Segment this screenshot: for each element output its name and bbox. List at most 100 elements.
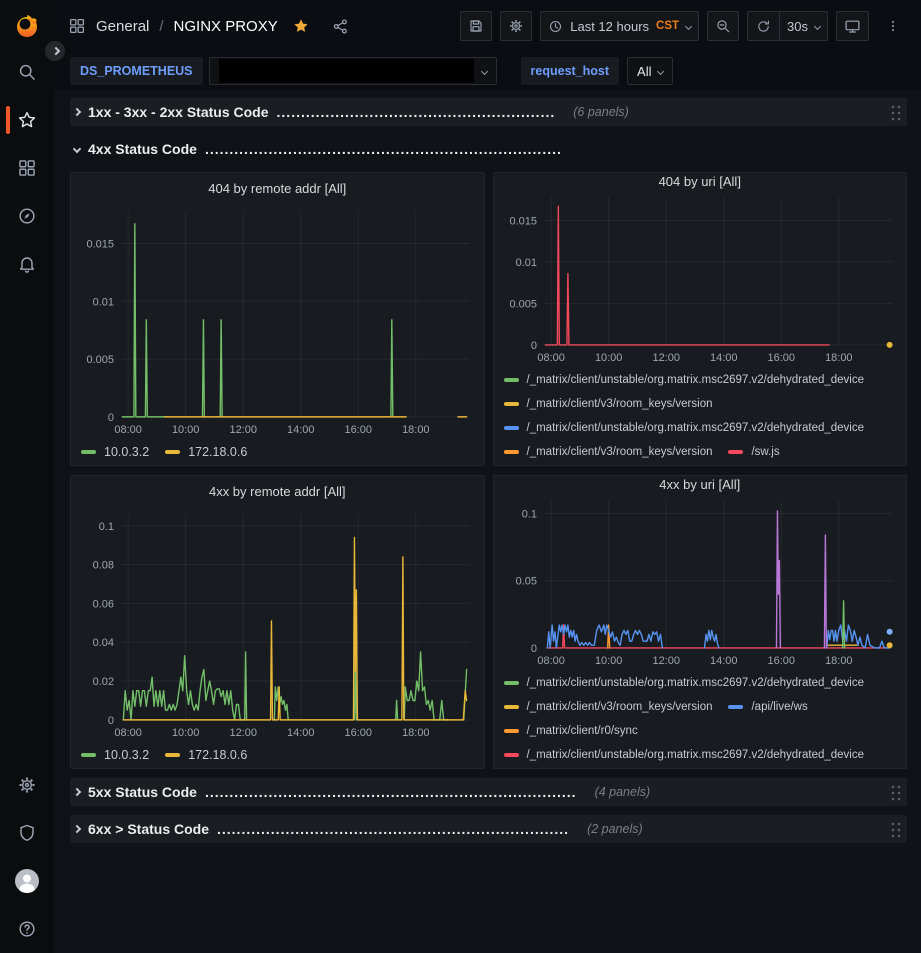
row-5xx-status-code[interactable]: 5xx Status Code ........................… (70, 778, 907, 806)
legend-series-label: /_matrix/client/unstable/org.matrix.msc2… (527, 677, 865, 689)
refresh-icon (756, 19, 771, 34)
chevron-right-icon (73, 825, 81, 833)
svg-text:10:00: 10:00 (594, 352, 621, 364)
legend-series-swatch (504, 450, 519, 454)
svg-text:08:00: 08:00 (537, 655, 564, 667)
kebab-menu-icon (886, 18, 900, 34)
chart-plot[interactable]: 08:0010:0012:0014:0016:0018:0000.050.1 (500, 492, 901, 670)
time-range-picker[interactable]: Last 12 hours CST (540, 11, 699, 41)
apps-grid-icon (68, 17, 86, 35)
svg-text:0.005: 0.005 (509, 298, 536, 310)
row-leader-dots: ........................................… (205, 141, 562, 157)
legend-item[interactable]: /_matrix/client/unstable/org.matrix.msc2… (504, 672, 865, 694)
panel-title[interactable]: 404 by uri [All] (500, 173, 901, 189)
sidebar-item-dashboards[interactable] (0, 144, 54, 192)
zoom-out-icon (715, 18, 731, 34)
refresh-button[interactable] (747, 11, 779, 41)
legend-series-swatch (504, 753, 519, 757)
chevron-right-icon (52, 47, 60, 55)
chart-plot[interactable]: 08:0010:0012:0014:0016:0018:0000.0050.01… (500, 189, 901, 367)
legend-series-swatch (728, 450, 743, 454)
refresh-interval-picker[interactable]: 30s (779, 11, 828, 41)
avatar (14, 868, 40, 894)
grafana-flame-icon (13, 12, 41, 40)
dashboard-header: General / NGINX PROXY (54, 0, 921, 52)
tv-mode-button[interactable] (836, 11, 869, 41)
more-options-kebab[interactable] (877, 11, 909, 41)
sidebar-item-alerting[interactable] (0, 240, 54, 288)
sidebar-expand-button[interactable] (42, 38, 68, 64)
row-6xx-status-code[interactable]: 6xx > Status Code ......................… (70, 815, 907, 843)
chart-plot[interactable]: 08:0010:0012:0014:0016:0018:0000.0050.01… (77, 203, 478, 439)
row-title: 6xx > Status Code (88, 821, 209, 837)
panel-title[interactable]: 404 by remote addr [All] (77, 173, 478, 203)
legend-item[interactable]: 172.18.0.6 (165, 441, 247, 463)
favorite-star-button[interactable] (292, 17, 310, 35)
svg-text:14:00: 14:00 (287, 424, 314, 436)
legend-item[interactable]: /_matrix/client/v3/room_keys/version (504, 441, 713, 463)
chart-plot[interactable]: 08:0010:0012:0014:0016:0018:0000.020.040… (77, 506, 478, 742)
sidebar-item-profile[interactable] (0, 857, 54, 905)
panel-title[interactable]: 4xx by uri [All] (500, 476, 901, 492)
svg-text:0.1: 0.1 (521, 509, 536, 521)
svg-text:18:00: 18:00 (402, 727, 429, 739)
panel-404-by-remote-addr: 404 by remote addr [All] 08:0010:0012:00… (70, 172, 485, 466)
legend-item[interactable]: 10.0.3.2 (81, 441, 149, 463)
legend-series-label: /_matrix/client/v3/room_keys/version (527, 701, 713, 713)
sidebar-item-help[interactable] (0, 905, 54, 953)
row-drag-handle[interactable] (889, 820, 901, 838)
panel-grid-row2: 4xx by remote addr [All] 08:0010:0012:00… (70, 475, 907, 769)
legend-series-swatch (504, 426, 519, 430)
request-host-picker[interactable]: All (627, 57, 673, 85)
row-4xx-status-code[interactable]: 4xx Status Code ........................… (70, 135, 907, 163)
legend-item[interactable]: /_matrix/client/r0/sync (504, 720, 638, 742)
legend-item[interactable]: /_matrix/client/v3/room_keys/version (504, 393, 713, 415)
legend-series-label: /api/live/ws (751, 701, 807, 713)
chevron-down-icon (480, 67, 487, 74)
zoom-out-time-button[interactable] (707, 11, 739, 41)
dashboard-settings-button[interactable] (500, 11, 532, 41)
row-drag-handle[interactable] (889, 103, 901, 121)
row-drag-handle[interactable] (889, 783, 901, 801)
legend-series-swatch (165, 450, 180, 454)
sidebar-item-starred[interactable] (0, 96, 54, 144)
sidebar-item-server-admin[interactable] (0, 809, 54, 857)
svg-text:14:00: 14:00 (710, 352, 737, 364)
legend-series-label: 10.0.3.2 (104, 445, 149, 459)
sidebar-item-configuration[interactable] (0, 761, 54, 809)
legend-item[interactable]: 172.18.0.6 (165, 744, 247, 766)
legend-item[interactable]: /_matrix/client/unstable/org.matrix.msc2… (504, 369, 865, 391)
svg-text:0.01: 0.01 (515, 257, 536, 269)
legend-series-swatch (504, 402, 519, 406)
legend-item[interactable]: /_matrix/client/unstable/org.matrix.msc2… (504, 417, 865, 439)
gear-icon (17, 775, 37, 795)
legend-series-swatch (165, 753, 180, 757)
chevron-down-icon (685, 22, 692, 29)
svg-text:0: 0 (108, 715, 114, 727)
breadcrumb-folder[interactable]: General (96, 18, 149, 35)
legend-item[interactable]: /_matrix/client/v3/room_keys/version (504, 696, 713, 718)
save-dashboard-button[interactable] (460, 11, 492, 41)
row-panel-count: (4 panels) (595, 785, 651, 799)
svg-text:10:00: 10:00 (594, 655, 621, 667)
svg-text:08:00: 08:00 (537, 352, 564, 364)
legend-item[interactable]: /api/live/ws (728, 696, 807, 718)
svg-text:14:00: 14:00 (287, 727, 314, 739)
row-panel-count: (6 panels) (573, 105, 629, 119)
breadcrumb-dashboard-title[interactable]: NGINX PROXY (174, 18, 278, 35)
chevron-right-icon (73, 108, 81, 116)
share-button[interactable] (332, 18, 349, 35)
variable-label-request-host: request_host (521, 57, 620, 85)
row-1xx-3xx-2xx-status-code[interactable]: 1xx - 3xx - 2xx Status Code ............… (70, 98, 907, 126)
legend-item[interactable]: /_matrix/client/unstable/org.matrix.msc2… (504, 744, 865, 766)
datasource-picker[interactable] (209, 57, 497, 85)
legend-series-swatch (504, 378, 519, 382)
legend-series-swatch (728, 705, 743, 709)
svg-text:18:00: 18:00 (825, 655, 852, 667)
legend-item[interactable]: 10.0.3.2 (81, 744, 149, 766)
sidebar-item-explore[interactable] (0, 192, 54, 240)
legend-item[interactable]: /sw.js (728, 441, 779, 463)
svg-text:0: 0 (530, 643, 536, 655)
panel-title[interactable]: 4xx by remote addr [All] (77, 476, 478, 506)
svg-text:0.015: 0.015 (87, 238, 114, 250)
